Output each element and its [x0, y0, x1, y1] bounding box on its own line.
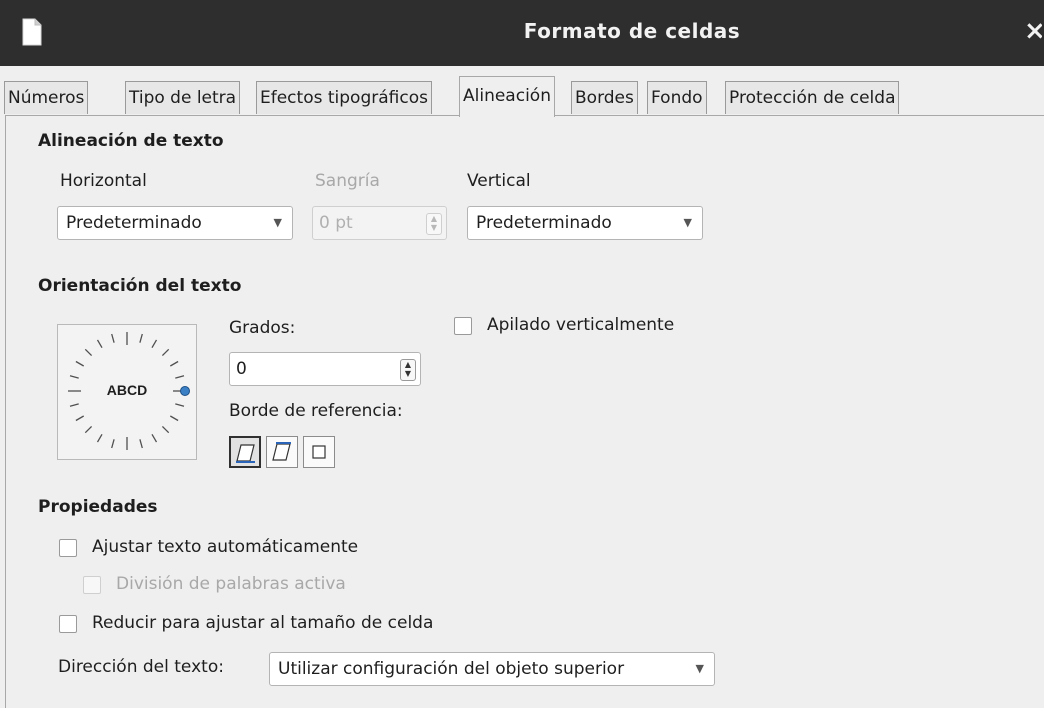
dial-tick — [151, 433, 158, 443]
tab-tipo-de-letra[interactable]: Tipo de letra — [125, 81, 241, 114]
properties-heading: Propiedades — [38, 497, 158, 517]
dial-tick — [75, 360, 85, 367]
cell-inside-icon — [312, 445, 326, 459]
dial-tick — [175, 375, 185, 379]
stacked-vertically-label: Apilado verticalmente — [487, 315, 675, 335]
hyphenation-label: División de palabras activa — [116, 574, 346, 594]
orientation-dial[interactable]: ABCD — [57, 324, 197, 460]
dial-tick — [69, 403, 79, 407]
dial-tick — [161, 348, 170, 357]
hyphenation-checkbox — [83, 576, 101, 594]
text-orientation-heading: Orientación del texto — [38, 276, 242, 296]
dial-tick — [96, 339, 103, 349]
tab-bordes[interactable]: Bordes — [571, 81, 638, 114]
dial-tick — [169, 415, 179, 422]
dial-tick — [161, 425, 170, 434]
dial-preview-text: ABCD — [106, 382, 148, 398]
stacked-vertically-checkbox[interactable] — [454, 317, 472, 335]
degrees-spinbox[interactable]: 0 ▲ ▼ — [229, 352, 421, 386]
reference-inside-button[interactable] — [303, 436, 335, 468]
text-direction-label: Dirección del texto: — [58, 657, 224, 677]
text-alignment-heading: Alineación de texto — [38, 131, 224, 151]
dial-tick — [139, 333, 143, 343]
vertical-select-value: Predeterminado — [476, 213, 612, 233]
wrap-text-label: Ajustar texto automáticamente — [92, 537, 359, 557]
dial-tick — [111, 439, 115, 449]
tab-efectos[interactable]: Efectos tipográficos — [256, 81, 432, 114]
tab-numeros[interactable]: Números — [4, 81, 89, 114]
dial-tick — [84, 348, 93, 357]
dial-tick — [75, 415, 85, 422]
dialog-title: Formato de celdas — [523, 19, 741, 43]
dial-tick — [175, 403, 185, 407]
horizontal-label: Horizontal — [60, 171, 147, 191]
dial-tick — [69, 375, 79, 379]
vertical-select[interactable]: Predeterminado ▼ — [467, 206, 703, 240]
wrap-text-checkbox[interactable] — [59, 539, 77, 557]
dial-tick — [111, 333, 115, 343]
dial-tick — [169, 360, 179, 367]
horizontal-select-value: Predeterminado — [66, 213, 202, 233]
degrees-value: 0 — [236, 359, 247, 379]
indent-value: 0 pt — [319, 213, 353, 233]
shrink-to-fit-label: Reducir para ajustar al tamaño de celda — [92, 613, 434, 633]
chevron-down-icon: ▼ — [683, 216, 692, 229]
indent-spinbox: 0 pt ▲ ▼ — [312, 206, 447, 240]
title-bar: Formato de celdas × — [0, 0, 1044, 66]
chevron-down-icon: ▼ — [695, 662, 704, 675]
cell-bottom-edge-icon — [236, 444, 255, 463]
reference-top-button[interactable] — [266, 436, 298, 468]
indent-label: Sangría — [315, 171, 380, 191]
chevron-down-icon: ▼ — [273, 216, 282, 229]
vertical-label: Vertical — [467, 171, 531, 191]
reference-bottom-button[interactable] — [229, 436, 261, 468]
text-direction-value: Utilizar configuración del objeto superi… — [278, 659, 625, 679]
dial-tick — [84, 425, 93, 434]
tab-proteccion[interactable]: Protección de celda — [725, 81, 900, 114]
horizontal-select[interactable]: Predeterminado ▼ — [57, 206, 293, 240]
degrees-label: Grados: — [229, 318, 296, 338]
dial-tick — [139, 439, 143, 449]
reference-edge-label: Borde de referencia: — [229, 401, 403, 421]
dial-tick — [96, 433, 103, 443]
tab-bar: Números Tipo de letra Efectos tipográfic… — [0, 76, 1044, 117]
tab-fondo[interactable]: Fondo — [647, 81, 707, 114]
spin-arrows-icon: ▲ ▼ — [426, 213, 442, 235]
close-icon[interactable]: × — [1024, 16, 1042, 46]
spin-arrows-icon[interactable]: ▲ ▼ — [400, 359, 416, 381]
text-direction-select[interactable]: Utilizar configuración del objeto superi… — [269, 652, 715, 686]
shrink-to-fit-checkbox[interactable] — [59, 615, 77, 633]
tab-alineacion[interactable]: Alineación — [459, 76, 555, 117]
dial-tick — [151, 339, 158, 349]
cell-top-edge-icon — [272, 442, 291, 461]
